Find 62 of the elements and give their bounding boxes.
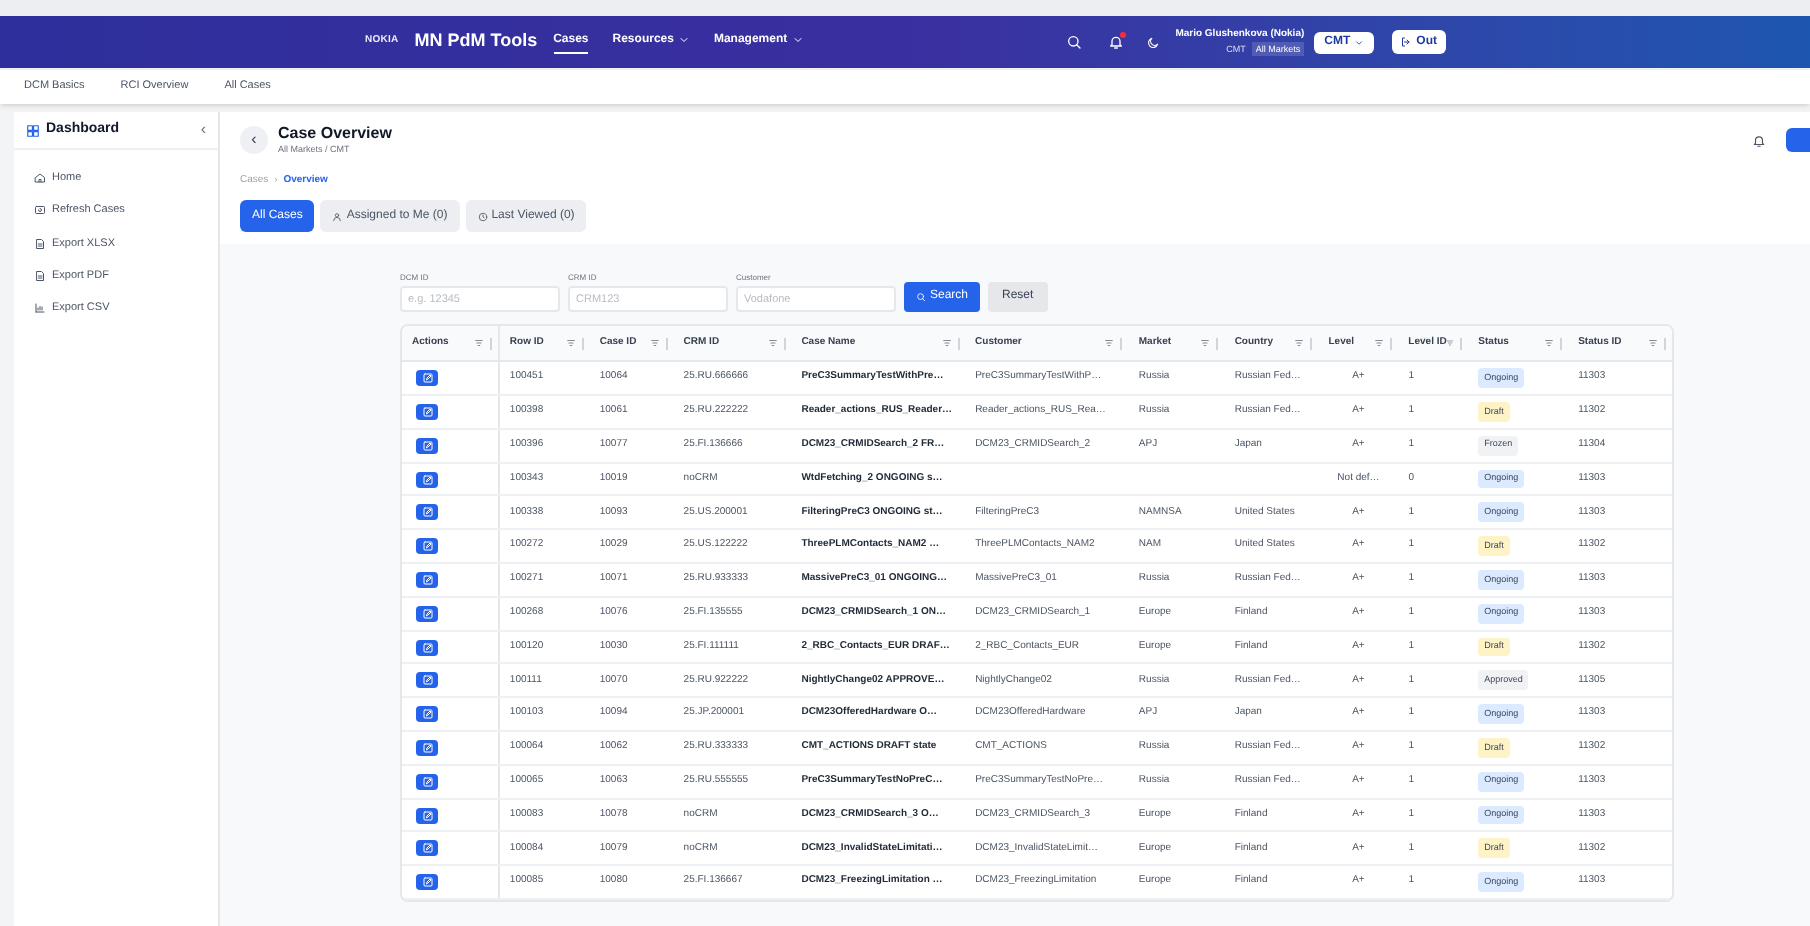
edit-icon xyxy=(421,876,433,889)
filter-icon[interactable] xyxy=(565,338,576,349)
edit-button[interactable] xyxy=(416,571,438,588)
edit-button[interactable] xyxy=(416,840,438,857)
edit-icon xyxy=(421,405,433,418)
filter-icon[interactable] xyxy=(941,338,952,349)
filter-icon[interactable] xyxy=(1374,338,1385,349)
filter-icon[interactable] xyxy=(767,338,778,349)
filter-icon[interactable] xyxy=(1200,338,1211,349)
edit-button[interactable] xyxy=(416,639,438,656)
search-icon[interactable] xyxy=(1065,34,1082,50)
app-title: MN PdM Tools xyxy=(414,28,538,55)
edit-icon xyxy=(421,842,433,855)
edit-button[interactable] xyxy=(416,403,438,420)
grid-icon xyxy=(26,123,40,137)
edit-icon xyxy=(421,641,433,654)
edit-icon xyxy=(421,506,433,519)
edit-icon xyxy=(421,607,433,620)
document-icon xyxy=(34,237,46,250)
filter-icon[interactable] xyxy=(473,338,484,349)
action-button[interactable] xyxy=(1786,128,1810,153)
collapse-button[interactable]: ‹ xyxy=(200,122,206,138)
clock-icon xyxy=(477,211,488,222)
house-icon xyxy=(34,172,46,185)
edit-button[interactable] xyxy=(416,538,438,555)
filter-icon[interactable] xyxy=(1648,338,1658,349)
edit-button[interactable] xyxy=(416,706,438,723)
bell-icon[interactable] xyxy=(1752,133,1766,148)
person-icon xyxy=(332,211,343,222)
filter-icon[interactable] xyxy=(649,338,660,349)
edit-button[interactable] xyxy=(416,605,438,622)
edit-icon xyxy=(421,809,433,821)
filter-icon[interactable] xyxy=(1294,338,1305,349)
page-title: Case Overview xyxy=(278,124,394,144)
document-icon xyxy=(34,269,46,282)
caret-icon xyxy=(1354,37,1365,47)
edit-icon xyxy=(421,540,433,553)
filter-icon[interactable] xyxy=(1544,338,1555,349)
folder-icon xyxy=(34,204,46,217)
edit-button[interactable] xyxy=(416,437,438,454)
back-button[interactable]: ‹ xyxy=(240,126,268,155)
edit-button[interactable] xyxy=(416,739,438,756)
edit-button[interactable] xyxy=(416,807,438,823)
chart-icon xyxy=(34,302,46,315)
edit-button[interactable] xyxy=(416,672,438,689)
search-icon xyxy=(916,292,926,303)
edit-icon xyxy=(421,708,433,721)
edit-button[interactable] xyxy=(416,370,438,387)
edit-icon xyxy=(421,674,433,687)
edit-button[interactable] xyxy=(416,504,438,521)
edit-icon xyxy=(421,775,433,788)
edit-button[interactable] xyxy=(416,773,438,790)
edit-icon xyxy=(421,573,433,586)
edit-button[interactable] xyxy=(416,471,438,488)
moon-icon[interactable] xyxy=(1145,35,1160,49)
logout-icon xyxy=(1400,36,1413,48)
edit-icon xyxy=(421,372,433,385)
edit-icon xyxy=(421,439,433,452)
edit-icon xyxy=(421,741,433,754)
filter-icon[interactable] xyxy=(1104,338,1115,349)
edit-icon xyxy=(421,473,433,486)
edit-button[interactable] xyxy=(416,874,438,891)
